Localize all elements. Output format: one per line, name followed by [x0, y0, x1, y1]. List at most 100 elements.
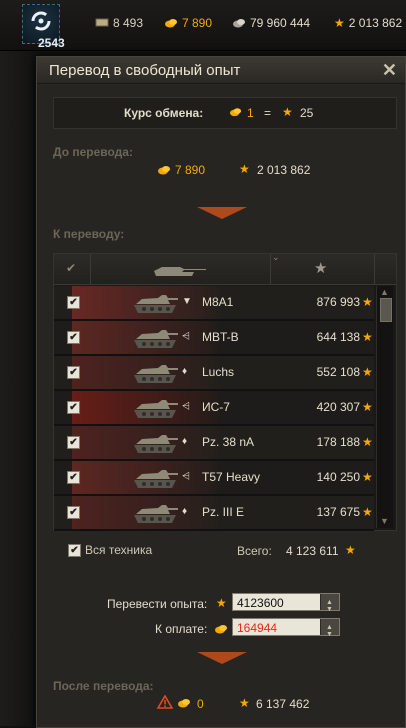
after-gold: 0 — [197, 697, 204, 711]
tank-icon — [134, 470, 178, 488]
vehicle-xp: 644 138 — [316, 330, 360, 344]
convert-xp-input[interactable]: 4123600 ▲ ▼ — [232, 593, 340, 613]
arrow-down-icon — [197, 652, 247, 664]
scrollbar-thumb[interactable] — [380, 298, 392, 322]
vehicle-tier-icon: ♦ — [182, 366, 188, 377]
vehicle-list-scrollbar[interactable]: ▲ ▼ — [376, 286, 393, 528]
window-title: Перевод в свободный опыт — [49, 62, 241, 79]
table-row[interactable]: ✔ ▼ M8A1 876 993 ★ — [54, 286, 374, 321]
pay-value: 164944 — [237, 621, 278, 635]
pay-stepper[interactable]: ▲ ▼ — [320, 619, 339, 638]
vehicle-checkbox[interactable]: ✔ — [67, 506, 80, 519]
xp-star-icon: ★ — [239, 162, 250, 176]
xp-star-icon: ★ — [362, 435, 373, 449]
pay-gold-input[interactable]: 164944 ▲ ▼ — [232, 618, 340, 638]
xp-star-icon: ★ — [362, 330, 373, 344]
all-vehicles-label: Вся техника — [85, 543, 153, 557]
tank-icon — [134, 330, 178, 348]
stepper-down-icon[interactable]: ▼ — [326, 601, 333, 619]
gold-icon — [229, 108, 242, 117]
vehicle-tier-icon: ⩤ — [182, 331, 190, 342]
vehicle-xp: 137 675 — [316, 505, 360, 519]
free-xp-icon — [31, 11, 51, 31]
gold-balance: 7 890 — [164, 15, 212, 30]
bonds-balance: 8 493 — [95, 15, 143, 30]
credits-value: 79 960 444 — [250, 15, 311, 30]
gold-value: 7 890 — [182, 15, 213, 30]
vehicle-xp: 140 250 — [316, 470, 360, 484]
vehicle-checkbox[interactable]: ✔ — [67, 471, 80, 484]
gold-icon — [215, 625, 227, 634]
table-row[interactable]: ✔ ⩤ ИС-7 420 307 ★ — [54, 391, 374, 426]
vehicle-name: T57 Heavy — [202, 470, 261, 484]
stepper-down-icon[interactable]: ▼ — [326, 626, 333, 644]
xp-star-icon: ★ — [362, 400, 373, 414]
vehicle-checkbox[interactable]: ✔ — [67, 436, 80, 449]
vehicle-tier-icon: ♦ — [182, 436, 188, 447]
xp-star-icon: ★ — [362, 365, 373, 379]
xp-star-icon: ★ — [216, 596, 227, 610]
tank-column-icon[interactable] — [150, 263, 208, 277]
select-all-column-icon[interactable]: ✔ — [66, 261, 76, 275]
free-xp-button[interactable]: 2543 — [22, 4, 65, 50]
vehicle-name: Pz. III E — [202, 505, 245, 519]
vehicle-checkbox[interactable]: ✔ — [67, 366, 80, 379]
xp-star-icon: ★ — [345, 543, 356, 557]
top-bar: 2543 8 493 7 890 79 960 444 ★ 2 013 862 — [0, 0, 406, 51]
vehicle-checkbox[interactable]: ✔ — [67, 331, 80, 344]
sort-chevron-icon[interactable]: ⌄ — [272, 252, 280, 263]
vehicle-xp: 420 307 — [316, 400, 360, 414]
tank-icon — [134, 435, 178, 453]
before-gold: 7 890 — [175, 163, 206, 177]
vehicle-tier-icon: ⩤ — [182, 471, 190, 482]
xp-total-value: 2 013 862 — [348, 15, 403, 30]
after-label: После перевода: — [53, 679, 154, 693]
pay-label: К оплате: — [155, 622, 208, 636]
tank-icon — [134, 365, 178, 383]
all-vehicles-checkbox[interactable]: ✔ — [68, 544, 81, 557]
total-value: 4 123 611 — [286, 544, 339, 558]
table-header: ✔ ⌄ ★ — [54, 252, 396, 285]
vehicle-checkbox[interactable]: ✔ — [67, 401, 80, 414]
vehicle-name: M8A1 — [202, 295, 234, 309]
vehicle-table: ✔ ⌄ ★ ✔ ▼ M8A1 876 993 ★ ✔ ⩤ MBT-B 644 138 ★ ✔ ♦ Luc… — [53, 252, 397, 531]
xp-star-icon: ★ — [362, 505, 373, 519]
close-icon[interactable]: ✕ — [382, 60, 397, 81]
table-row[interactable]: ✔ ⩤ T57 Heavy 140 250 ★ — [54, 461, 374, 496]
vehicle-checkbox[interactable]: ✔ — [67, 296, 80, 309]
vehicle-xp: 178 188 — [316, 435, 360, 449]
table-row[interactable]: ✔ ♦ Pz. 38 nA 178 188 ★ — [54, 426, 374, 461]
gold-icon — [158, 166, 170, 175]
vehicle-tier-icon: ▼ — [182, 296, 192, 307]
vehicle-xp: 876 993 — [316, 295, 360, 309]
credits-icon — [233, 18, 245, 28]
table-row[interactable]: ✔ ♦ Pz. III E 137 675 ★ — [54, 496, 374, 531]
xp-star-icon: ★ — [239, 696, 250, 710]
conversion-window: Перевод в свободный опыт ✕ Курс обмена: … — [36, 56, 406, 728]
vehicle-tier-icon: ♦ — [182, 506, 188, 517]
rate-gold: 1 — [247, 106, 254, 120]
scroll-up-icon[interactable]: ▲ — [380, 287, 389, 297]
after-xp: 6 137 462 — [256, 697, 310, 711]
background-panel — [0, 51, 32, 726]
warning-icon — [157, 695, 173, 709]
exchange-rate-panel: Курс обмена: 1 = ★ 25 — [53, 97, 397, 129]
xp-star-icon: ★ — [334, 15, 345, 30]
table-row[interactable]: ✔ ♦ Luchs 552 108 ★ — [54, 356, 374, 391]
arrow-down-icon — [197, 207, 247, 219]
xp-star-icon: ★ — [362, 295, 373, 309]
vehicle-name: MBT-B — [202, 330, 239, 344]
vehicle-name: Luchs — [202, 365, 235, 379]
before-xp: 2 013 862 — [257, 163, 311, 177]
vehicle-tier-icon: ⩤ — [182, 401, 190, 412]
rate-xp: 25 — [300, 106, 314, 120]
vehicle-xp: 552 108 — [316, 365, 360, 379]
credits-balance: 79 960 444 — [232, 15, 310, 30]
scroll-down-icon[interactable]: ▼ — [380, 516, 389, 526]
bonds-value: 8 493 — [113, 15, 144, 30]
table-row[interactable]: ✔ ⩤ MBT-B 644 138 ★ — [54, 321, 374, 356]
xp-column-star-icon[interactable]: ★ — [314, 259, 327, 277]
gold-icon — [165, 18, 177, 28]
window-title-bar[interactable]: Перевод в свободный опыт ✕ — [37, 57, 405, 84]
convert-stepper[interactable]: ▲ ▼ — [320, 594, 339, 613]
